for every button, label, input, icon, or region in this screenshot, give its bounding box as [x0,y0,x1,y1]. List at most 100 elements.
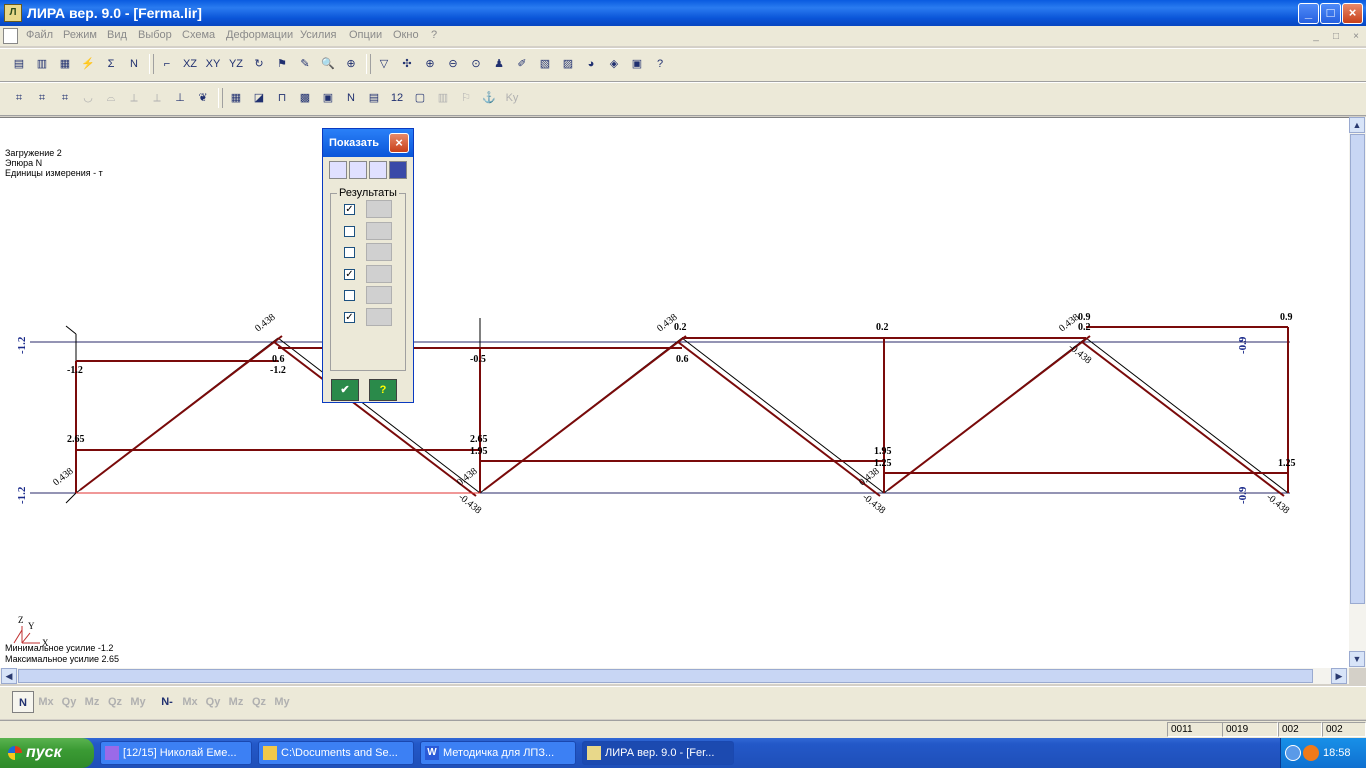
palette-icon[interactable]: ◕ [580,53,602,75]
menu-options[interactable]: Опции [349,29,382,41]
force-qz-button[interactable]: Qz [248,691,270,713]
isolines-icon[interactable] [366,286,392,304]
force-qy-button[interactable]: Qy [58,691,80,713]
flag-icon[interactable]: ⚑ [271,53,293,75]
task-word[interactable]: W Методичка для ЛПЗ... [420,741,576,765]
force-my-button[interactable]: My [127,691,149,713]
scroll-left-button[interactable]: ◀ [1,668,17,684]
menu-forces[interactable]: Усилия [300,29,336,41]
zoom-in-icon[interactable]: ⊕ [419,53,441,75]
hist-icon[interactable]: ▥ [432,87,454,109]
xy-icon[interactable]: XY [202,53,224,75]
back-arrow-icon[interactable] [1285,745,1301,761]
minimize-button[interactable]: _ [1298,3,1319,24]
maximize-button[interactable]: □ [1320,3,1341,24]
zoom-all-icon[interactable]: ⊕ [340,53,362,75]
result-checkbox[interactable]: ✓ [344,311,355,323]
scale-diagram-icon[interactable] [366,243,392,261]
force-n-diagram-button[interactable]: N- [156,691,178,713]
scroll-down-button[interactable]: ▼ [1349,651,1365,667]
result-checkbox[interactable] [344,290,355,301]
menu-help[interactable]: ? [431,29,437,41]
force-mz-button[interactable]: Mz [81,691,103,713]
column-icon[interactable]: ⟂ [123,87,145,109]
mosaic-icon[interactable]: ▩ [294,87,316,109]
rotate-icon[interactable]: ↻ [248,53,270,75]
task-lira[interactable]: ЛИРА вер. 9.0 - [Fer... [582,741,734,765]
horizontal-scroll-thumb[interactable] [18,669,1313,683]
rotate-node-icon[interactable] [369,161,387,179]
rod-icon[interactable] [329,161,347,179]
palette-ok-button[interactable]: ✔ [331,379,359,401]
vertical-scroll-thumb[interactable] [1350,134,1365,604]
menu-mode[interactable]: Режим [63,29,97,41]
close-button[interactable]: × [1342,3,1363,24]
tray-app-icon[interactable] [1303,745,1319,761]
diag-fill-icon[interactable]: ◪ [248,87,270,109]
menu-scheme[interactable]: Схема [182,29,215,41]
zoom-icon[interactable]: 🔍 [317,53,339,75]
start-button[interactable]: пуск [0,738,94,768]
frame-icon[interactable]: ⊓ [271,87,293,109]
truss-icon[interactable]: ⌗ [8,87,30,109]
save-icon[interactable]: ▥ [31,53,53,75]
pin-icon[interactable]: ♟ [488,53,510,75]
help-pointer-icon[interactable]: ? [649,53,671,75]
force-my-button[interactable]: My [271,691,293,713]
node-icon[interactable] [349,161,367,179]
layers-icon[interactable]: ▧ [534,53,556,75]
mdi-minimize-button[interactable]: _ [1308,30,1324,43]
scroll-right-button[interactable]: ▶ [1331,668,1347,684]
scroll-up-button[interactable]: ▲ [1349,117,1365,133]
dome-icon[interactable]: ⌓ [100,87,122,109]
load-icon[interactable]: ⚡ [77,53,99,75]
force-mx-button[interactable]: Mx [35,691,57,713]
filter-icon[interactable]: ▽ [373,53,395,75]
grid-icon[interactable]: ▦ [225,87,247,109]
menu-deformations[interactable]: Деформации [226,29,293,41]
ky-icon[interactable]: Ky [501,87,523,109]
vertical-scrollbar[interactable]: ▲ ▼ [1349,117,1366,668]
values-label-icon[interactable] [366,307,392,326]
load-n-icon[interactable]: N [123,53,145,75]
grid-view-icon[interactable] [389,161,407,179]
result-checkbox[interactable]: ✓ [344,268,355,280]
force-qz-button[interactable]: Qz [104,691,126,713]
palette-close-button[interactable]: × [389,133,409,153]
drawing-canvas[interactable]: Загружение 2 Эпюра N Единицы измерения -… [0,117,1349,669]
plate-icon[interactable]: ▣ [317,87,339,109]
leaf-icon[interactable]: ❦ [192,87,214,109]
task-explorer[interactable]: C:\Documents and Se... [258,741,414,765]
anchor-icon[interactable]: ⚓ [478,87,500,109]
print-icon[interactable]: ▦ [54,53,76,75]
axes-icon[interactable]: ⌐ [156,53,178,75]
truss-diag-icon[interactable]: ⌗ [54,87,76,109]
menu-view[interactable]: Вид [107,29,127,41]
force-mz-button[interactable]: Mz [225,691,247,713]
result-checkbox[interactable] [344,247,355,258]
menu-window[interactable]: Окно [393,29,419,41]
palette-help-button[interactable]: ? [369,379,397,401]
zoom-window-icon[interactable]: ⊙ [465,53,487,75]
edit-icon[interactable]: ▨ [557,53,579,75]
document-icon[interactable] [3,28,18,44]
element-numbers-icon[interactable]: ▤ [363,87,385,109]
pencil-icon[interactable]: ✎ [294,53,316,75]
open-icon[interactable]: ▤ [8,53,30,75]
box-icon[interactable]: ▣ [626,53,648,75]
zoom-out-icon[interactable]: ⊖ [442,53,464,75]
arc-icon[interactable]: ◡ [77,87,99,109]
mosaic-result-icon[interactable] [366,264,392,283]
deformed-plate-icon[interactable] [366,200,392,218]
force-n-button[interactable]: N [12,691,34,713]
sheet-icon[interactable]: ▢ [409,87,431,109]
values-icon[interactable]: 12 [386,87,408,109]
horizontal-scrollbar[interactable]: ◀ ▶ [0,668,1349,684]
mdi-close-button[interactable]: × [1348,30,1364,43]
displacement-icon[interactable] [366,221,392,240]
support-icon[interactable]: ⊥ [169,87,191,109]
result-checkbox[interactable] [344,225,355,237]
lira-app-icon[interactable]: Л [4,4,22,22]
result-checkbox[interactable]: ✓ [344,204,355,215]
menu-select[interactable]: Выбор [138,29,172,41]
